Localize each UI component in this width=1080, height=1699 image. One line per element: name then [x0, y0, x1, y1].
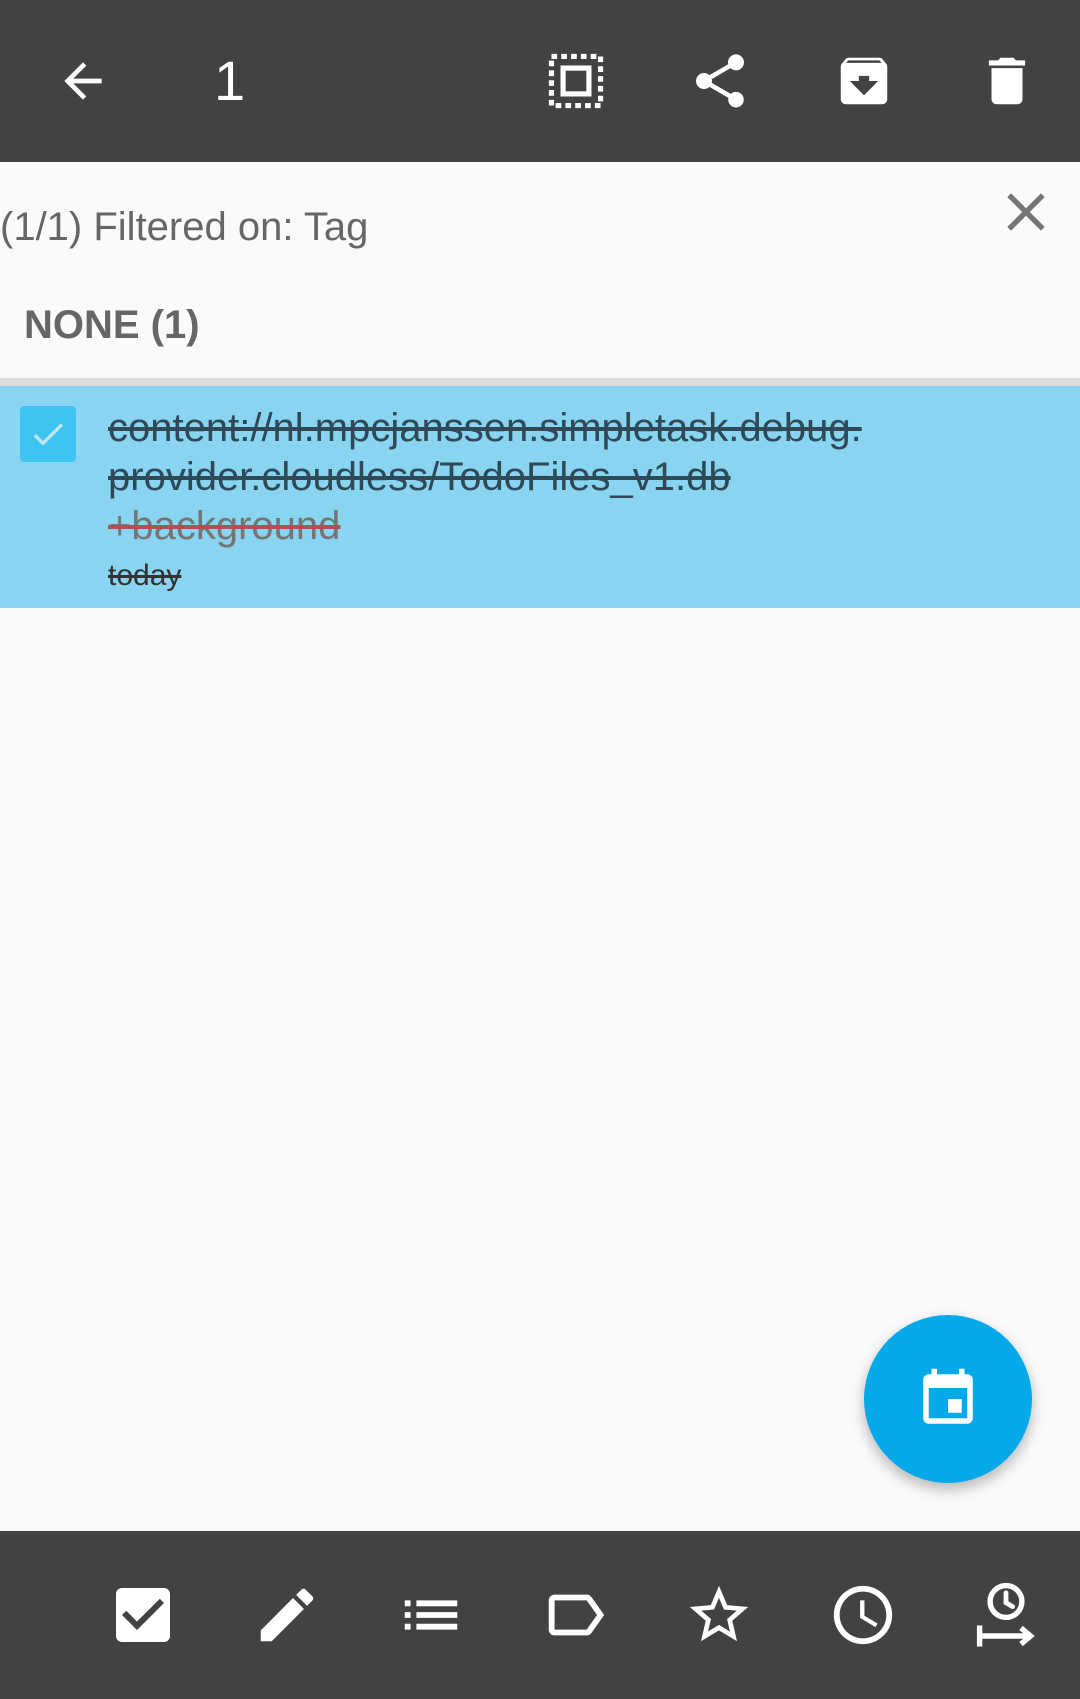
back-button[interactable]: [38, 36, 128, 126]
action-bar: 1: [0, 0, 1080, 162]
clock-icon: [833, 1585, 893, 1645]
back-arrow-icon: [64, 62, 102, 100]
selected-count: 1: [214, 49, 246, 112]
delete-icon: [988, 57, 1026, 105]
tag-button[interactable]: [535, 1575, 615, 1655]
complete-checkbox-icon: [116, 1588, 170, 1642]
tag-icon: [548, 1594, 605, 1636]
complete-button[interactable]: [103, 1575, 183, 1655]
checkmark-icon: [33, 423, 63, 446]
archive-icon: [840, 57, 888, 105]
edit-button[interactable]: [247, 1575, 327, 1655]
due-date-button[interactable]: [823, 1575, 903, 1655]
calendar-icon: [923, 1368, 973, 1424]
share-icon: [696, 54, 744, 108]
list-button[interactable]: [391, 1575, 471, 1655]
divider: [0, 378, 1080, 386]
defer-threshold-icon: [976, 1582, 1035, 1647]
threshold-date-button[interactable]: [966, 1575, 1046, 1655]
task-date: today: [108, 559, 182, 592]
share-button[interactable]: [675, 36, 765, 126]
clear-filter-button[interactable]: [990, 176, 1062, 248]
filter-status-text: (1/1) Filtered on: Tag: [0, 205, 369, 249]
app-root: 1 (1/1) Filtered on: Tag NONE (1) conten…: [0, 0, 1080, 1699]
bottom-toolbar: [0, 1531, 1080, 1699]
calendar-fab-button[interactable]: [864, 1315, 1032, 1483]
edit-pencil-icon: [260, 1588, 314, 1642]
star-icon: [689, 1585, 749, 1642]
delete-button[interactable]: [962, 36, 1052, 126]
select-all-icon: [548, 53, 604, 109]
list-icon: [404, 1600, 458, 1630]
task-text: content://nl.mpcjanssen.simpletask.debug…: [108, 406, 862, 499]
close-icon: [1007, 193, 1045, 231]
select-all-button[interactable]: [531, 36, 621, 126]
task-tag: +background: [108, 504, 341, 548]
archive-button[interactable]: [819, 36, 909, 126]
section-header: NONE (1): [24, 303, 200, 347]
priority-button[interactable]: [679, 1575, 759, 1655]
task-checkbox[interactable]: [20, 406, 76, 462]
